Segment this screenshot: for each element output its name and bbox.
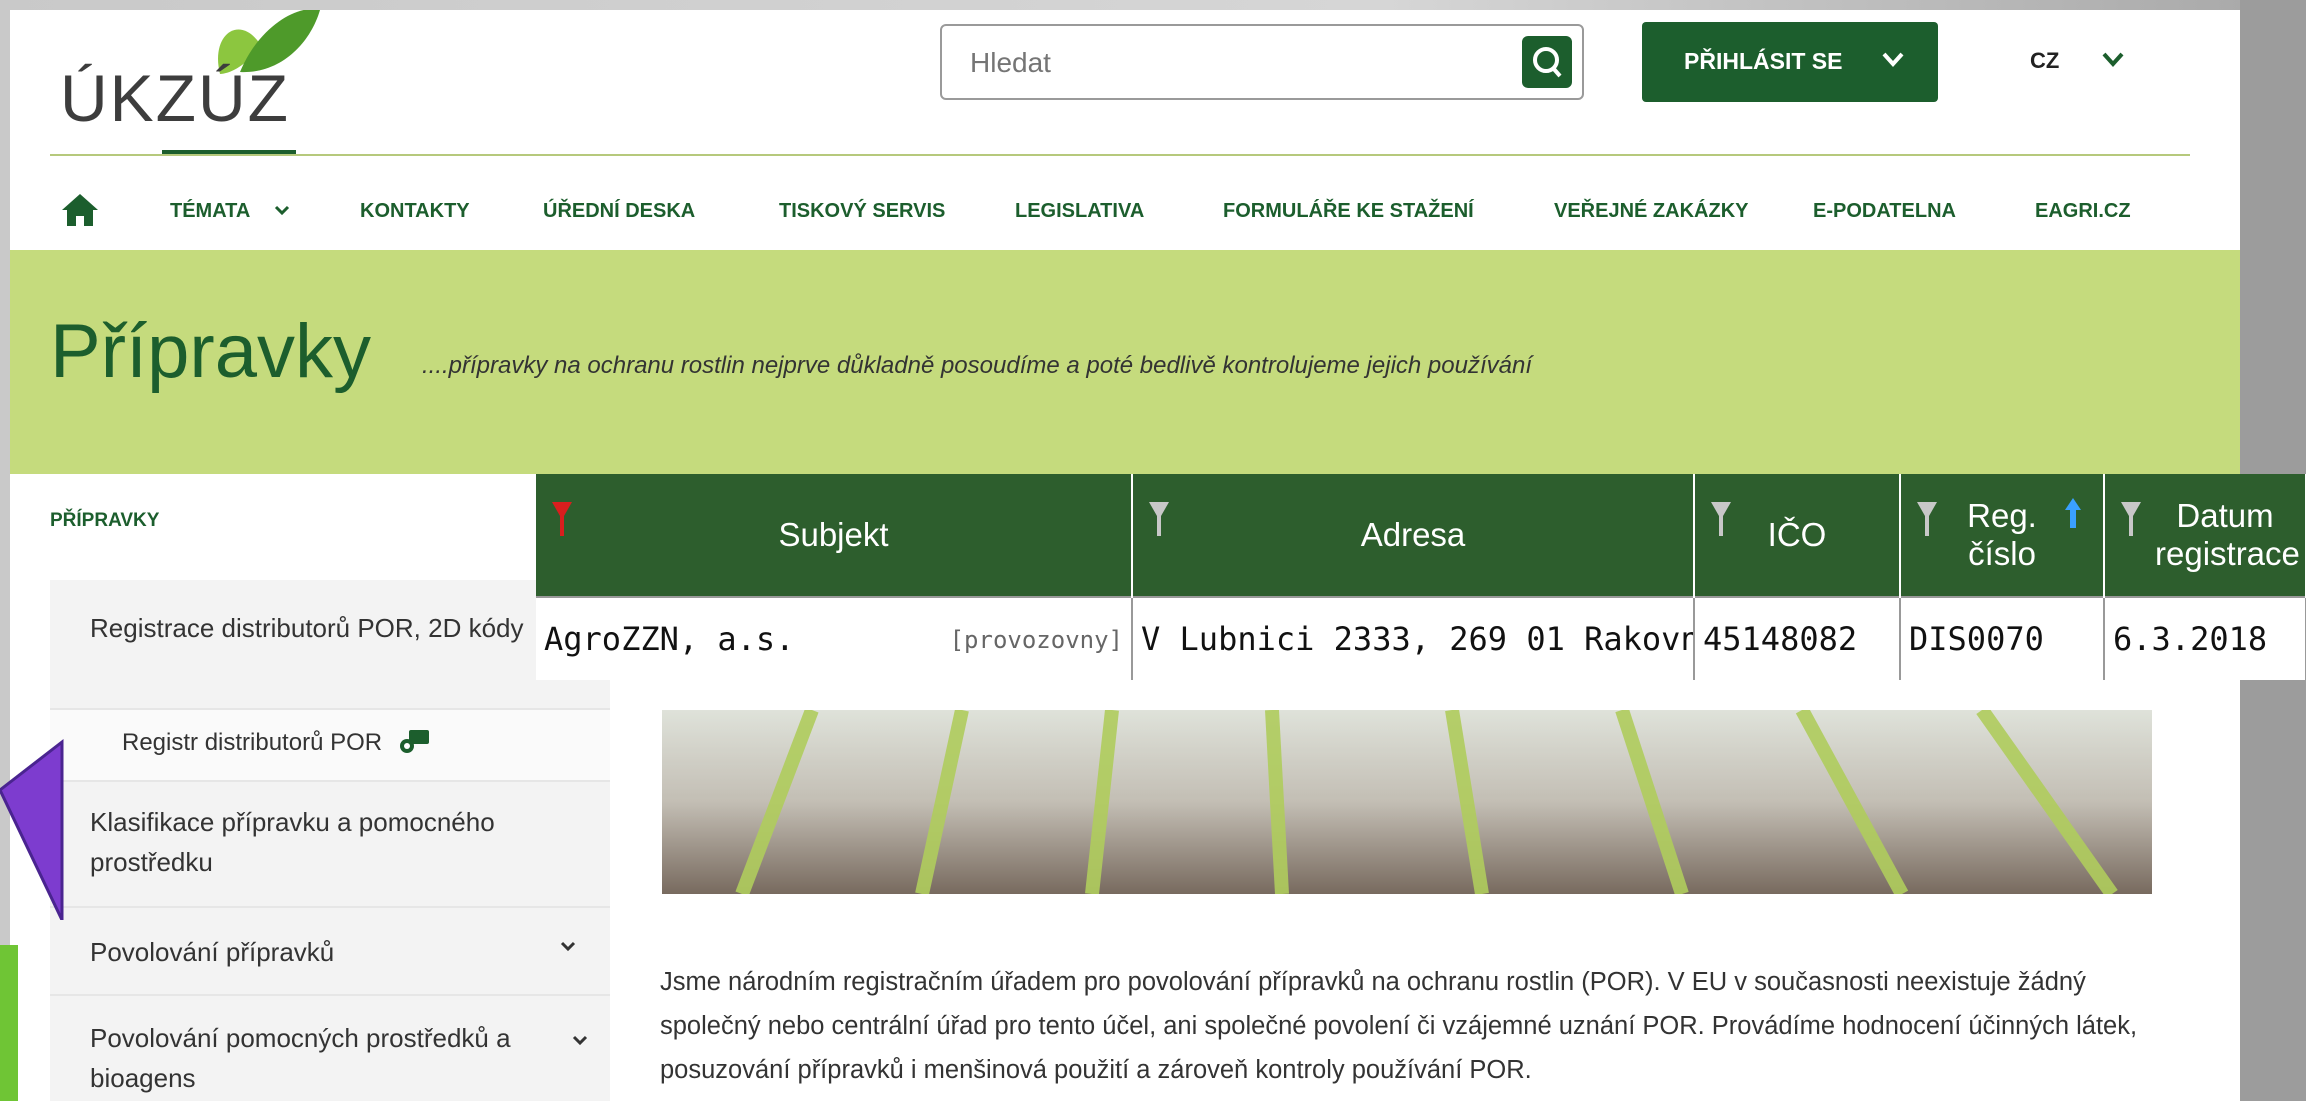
chevron-down-icon <box>572 1035 588 1046</box>
filter-icon[interactable] <box>1709 500 1733 540</box>
subject-name: AgroZZN, a.s. <box>544 620 795 658</box>
intro-paragraph: Jsme národním registračním úřadem pro po… <box>660 968 2138 1084</box>
column-header-subjekt[interactable]: Subjekt <box>536 474 1133 597</box>
cell-adresa: V Lubnici 2333, 269 01 Rakovník <box>1132 596 1695 680</box>
column-header-label: Datum registrace <box>2155 497 2300 572</box>
sidebar-item-pomocne-prostredky[interactable]: Povolování pomocných prostředků a bioage… <box>50 996 610 1101</box>
cell-subjekt: AgroZZN, a.s. [provozovny] <box>536 596 1133 680</box>
external-app-icon <box>399 730 429 753</box>
search-box[interactable] <box>940 24 1584 100</box>
sidebar-menu: Registrace distributorů POR, 2D kódy Reg… <box>50 576 610 1101</box>
nav-item-temata[interactable]: TÉMATA <box>170 200 250 223</box>
column-header-label: Subjekt <box>778 516 889 553</box>
sort-ascending-icon[interactable] <box>2063 496 2083 530</box>
nav-active-indicator <box>162 150 296 154</box>
sidebar-item-label: Povolování pomocných prostředků a bioage… <box>90 1023 511 1093</box>
nav-item-verejne-zakazky[interactable]: VEŘEJNÉ ZAKÁZKY <box>1554 200 1748 223</box>
nav-item-legislativa[interactable]: LEGISLATIVA <box>1015 200 1144 223</box>
main-nav: TÉMATA KONTAKTY ÚŘEDNÍ DESKA TISKOVÝ SER… <box>50 188 2210 238</box>
cell-reg-cislo: DIS0070 <box>1900 596 2105 680</box>
sidebar-item-label: Povolování přípravků <box>90 937 335 967</box>
filter-icon[interactable] <box>2119 500 2143 540</box>
filter-icon[interactable] <box>1147 500 1171 540</box>
nav-item-uredni-deska[interactable]: ÚŘEDNÍ DESKA <box>543 200 695 223</box>
column-header-label: Adresa <box>1360 516 1466 553</box>
column-header-label: Reg. číslo <box>1967 497 2037 572</box>
column-header-adresa[interactable]: Adresa <box>1132 474 1695 597</box>
chevron-down-icon <box>560 941 576 952</box>
distributor-grid: Subjekt Adresa IČO Reg. číslo Datum regi… <box>536 474 2306 714</box>
sidebar-item-label: Klasifikace přípravku a pomocného prostř… <box>90 807 495 877</box>
search-input[interactable] <box>968 40 1512 86</box>
nav-item-formulare[interactable]: FORMULÁŘE KE STAŽENÍ <box>1223 200 1474 223</box>
sidebar-item-povolovani-pripravku[interactable]: Povolování přípravků <box>50 908 610 996</box>
page-tagline: ....přípravky na ochranu rostlin nejprve… <box>422 352 1532 379</box>
language-selector[interactable]: CZ <box>2030 48 2124 74</box>
language-label: CZ <box>2030 48 2060 73</box>
filter-active-icon[interactable] <box>550 500 574 540</box>
sidebar-subitem-registr[interactable]: Registr distributorů POR <box>50 710 610 782</box>
chevron-down-icon <box>2102 52 2124 67</box>
logo-text: ÚKZÚZ <box>60 61 290 135</box>
sidebar-item-registrace[interactable]: Registrace distributorů POR, 2D kódy <box>50 576 610 710</box>
sidebar-title: PŘÍPRAVKY <box>50 510 160 531</box>
page-title: Přípravky <box>50 309 371 394</box>
column-header-datum[interactable]: Datum registrace <box>2104 474 2306 597</box>
nav-item-kontakty[interactable]: KONTAKTY <box>360 200 470 223</box>
nav-item-tiskovy-servis[interactable]: TISKOVÝ SERVIS <box>779 200 945 223</box>
login-label: PŘIHLÁSIT SE <box>1684 48 1843 74</box>
ukzuz-logo[interactable]: ÚKZÚZ <box>50 10 330 150</box>
field-spraying-photo <box>662 710 2152 894</box>
sidebar-item-label: Registrace distributorů POR, 2D kódy <box>90 613 524 643</box>
home-icon[interactable] <box>60 192 100 228</box>
sidebar-item-label: Registr distributorů POR <box>122 729 383 756</box>
nav-item-e-podatelna[interactable]: E-PODATELNA <box>1813 200 1956 223</box>
login-button[interactable]: PŘIHLÁSIT SE <box>1642 22 1938 102</box>
cell-ico: 45148082 <box>1694 596 1901 680</box>
left-accent-shape <box>0 945 18 1101</box>
page-hero-band: Přípravky ....přípravky na ochranu rostl… <box>10 250 2240 474</box>
search-button[interactable] <box>1522 36 1572 88</box>
column-header-ico[interactable]: IČO <box>1694 474 1901 597</box>
chevron-down-icon <box>1882 52 1904 67</box>
nav-item-eagri[interactable]: EAGRI.CZ <box>2035 200 2131 223</box>
column-header-label: IČO <box>1767 516 1827 553</box>
column-header-reg-cislo[interactable]: Reg. číslo <box>1900 474 2105 597</box>
header-divider <box>50 154 2190 156</box>
pointer-arrow-icon <box>0 738 64 920</box>
sidebar-item-klasifikace[interactable]: Klasifikace přípravku a pomocného prostř… <box>50 782 610 908</box>
filter-icon[interactable] <box>1915 500 1939 540</box>
chevron-down-icon <box>274 205 290 216</box>
provozovny-link[interactable]: [provozovny] <box>950 626 1123 654</box>
cell-datum: 6.3.2018 <box>2104 596 2306 680</box>
search-icon <box>1533 47 1562 78</box>
table-row[interactable]: AgroZZN, a.s. [provozovny] V Lubnici 233… <box>536 596 2306 680</box>
